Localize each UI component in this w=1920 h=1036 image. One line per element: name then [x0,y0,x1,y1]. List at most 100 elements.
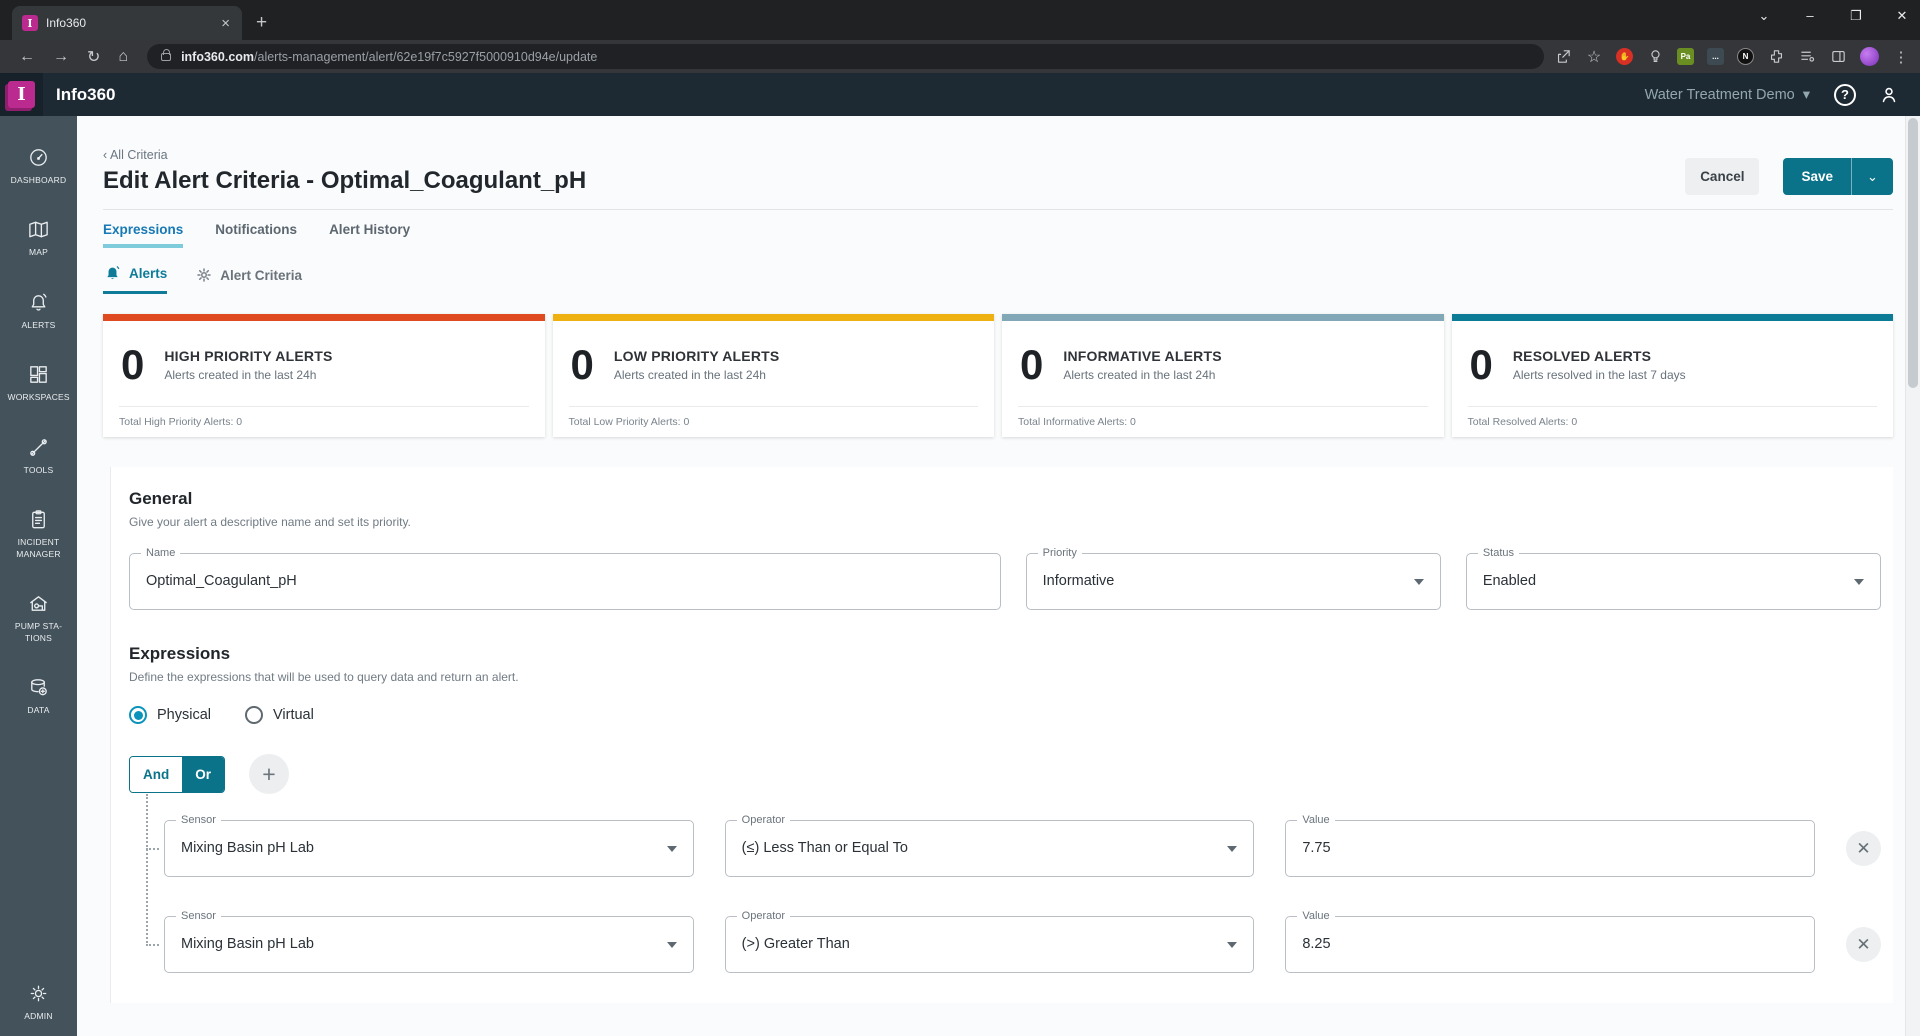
help-button[interactable]: ? [1834,83,1856,106]
value-input[interactable]: Value 8.25 [1285,910,1816,973]
tab-title: Info360 [46,16,87,30]
sensor-select[interactable]: Sensor Mixing Basin pH Lab [164,910,694,973]
status-select[interactable]: Status Enabled [1465,547,1881,610]
scrollbar-thumb[interactable] [1908,118,1918,388]
card-title: HIGH PRIORITY ALERTS [164,348,333,364]
clipboard-icon [32,510,45,529]
home-button[interactable]: ⌂ [118,48,128,66]
workspace-selector[interactable]: Water Treatment Demo ▾ [1645,87,1810,103]
subtab-alerts[interactable]: Alerts [103,264,168,294]
lighthouse-extension-icon[interactable] [1646,48,1664,66]
card-footer: Total Resolved Alerts: 0 [1467,416,1578,428]
divider [103,209,1893,210]
adblock-extension-icon[interactable]: ✋ [1616,48,1633,65]
card-count: 0 [570,341,594,388]
sidebar-item-dashboard[interactable]: DASHBOARD [0,146,77,186]
sidebar-item-tools[interactable]: TOOLS [0,436,77,476]
dropdown-arrow-icon [1227,942,1238,948]
card-subtitle: Alerts created in the last 24h [613,368,766,382]
informative-card: 0 INFORMATIVE ALERTS Alerts created in t… [1002,314,1444,437]
tab-expressions[interactable]: Expressions [103,222,184,248]
reload-button[interactable]: ↻ [87,47,100,67]
sidebar-item-map[interactable]: MAP [0,218,77,258]
logic-connector-stub [146,944,159,946]
card-title: RESOLVED ALERTS [1512,348,1652,364]
password-extension-icon[interactable]: Pa [1677,48,1694,65]
side-panel-icon[interactable] [1829,48,1847,66]
card-color-bar [1002,314,1444,321]
reading-list-icon[interactable] [1798,48,1816,66]
priority-select[interactable]: Priority Informative [1025,547,1441,610]
main-content: ‹ All Criteria Edit Alert Criteria - Opt… [77,116,1905,1036]
card-footer: Total High Priority Alerts: 0 [119,416,243,428]
window-restore-button[interactable]: ❐ [1848,8,1864,24]
browser-tab[interactable]: I Info360 × [12,6,242,40]
window-minimize-button[interactable]: – [1802,8,1818,24]
info360-favicon-icon: I [22,15,38,31]
name-field[interactable]: Name Optimal_Coagulant_pH [129,547,1001,610]
browser-menu-icon[interactable]: ⋮ [1892,48,1910,66]
profile-avatar[interactable] [1860,47,1879,66]
back-button[interactable]: ← [19,48,35,66]
card-footer: Total Informative Alerts: 0 [1018,416,1136,428]
sidebar-item-alerts[interactable]: ALERTS [0,291,77,331]
new-tab-button[interactable]: + [256,12,267,34]
operator-select[interactable]: Operator (≤) Less Than or Equal To [724,814,1255,877]
card-title: INFORMATIVE ALERTS [1063,348,1222,364]
page-title: Edit Alert Criteria - Optimal_Coagulant_… [103,167,587,194]
bell-icon [31,293,47,311]
cancel-button[interactable]: Cancel [1685,158,1760,195]
save-button[interactable]: Save [1783,158,1851,195]
or-button[interactable]: Or [182,756,225,792]
card-count: 0 [1020,341,1044,388]
tab-search-chevron-icon[interactable]: ⌄ [1756,8,1772,24]
tab-close-icon[interactable]: × [217,15,234,32]
forward-button[interactable]: → [53,48,69,66]
page-scrollbar [1905,116,1920,1036]
card-color-bar [1451,314,1893,321]
dropdown-arrow-icon [1853,579,1864,585]
sidebar-item-incident-manager[interactable]: INCIDENT MANAGER [0,508,77,560]
sidebar-item-admin[interactable]: ADMIN [0,982,77,1022]
expression-type-radios: Physical Virtual [129,706,1893,724]
app-logo[interactable]: I [0,73,43,116]
radio-physical[interactable]: Physical [129,706,211,724]
subtab-alert-criteria[interactable]: Alert Criteria [195,266,302,292]
criteria-gear-icon [197,268,212,282]
remove-expression-button[interactable]: ✕ [1846,927,1882,962]
extensions-puzzle-icon[interactable] [1767,48,1785,66]
card-count: 0 [121,341,145,388]
gauge-icon [30,149,47,166]
tab-alert-history[interactable]: Alert History [329,222,410,248]
sensor-select[interactable]: Sensor Mixing Basin pH Lab [164,814,694,877]
browser-toolbar: ← → ↻ ⌂ info360.com /alerts-management/a… [0,40,1920,73]
save-menu-button[interactable]: ⌄ [1851,158,1893,195]
operator-select[interactable]: Operator (>) Greater Than [724,910,1255,973]
address-bar[interactable]: info360.com /alerts-management/alert/62e… [147,44,1544,69]
brand-name: Info360 [56,84,116,104]
notes-extension-icon[interactable]: N [1737,48,1754,65]
expression-row-1: Sensor Mixing Basin pH Lab Operator (≤) … [164,814,1882,877]
remove-expression-button[interactable]: ✕ [1846,831,1882,866]
sidebar-item-workspaces[interactable]: WORKSPACES [0,363,77,403]
and-button[interactable]: And [130,756,183,792]
sidebar-item-data[interactable]: DATA [0,676,77,716]
add-expression-button[interactable]: + [249,754,290,794]
share-icon[interactable] [1554,48,1572,66]
window-close-button[interactable]: ✕ [1894,8,1910,24]
card-color-bar [552,314,994,321]
radio-virtual[interactable]: Virtual [245,706,314,724]
tab-notifications[interactable]: Notifications [215,222,297,248]
expressions-subtitle: Define the expressions that will be used… [129,670,519,684]
value-input[interactable]: Value 7.75 [1285,814,1816,877]
user-account-icon[interactable] [1878,84,1900,106]
breadcrumb[interactable]: ‹ All Criteria [103,148,586,162]
resolved-card: 0 RESOLVED ALERTS Alerts resolved in the… [1451,314,1893,437]
dropdown-arrow-icon [666,942,677,948]
overflow-extension-icon[interactable]: ... [1707,48,1724,65]
sidebar-item-pump-stations[interactable]: PUMP STA-TIONS [0,592,77,644]
bookmark-star-icon[interactable]: ☆ [1585,48,1603,66]
chevron-left-icon: ‹ [103,148,108,162]
app-header: I Info360 Water Treatment Demo ▾ ? [0,73,1920,116]
gear-icon [30,985,47,1001]
